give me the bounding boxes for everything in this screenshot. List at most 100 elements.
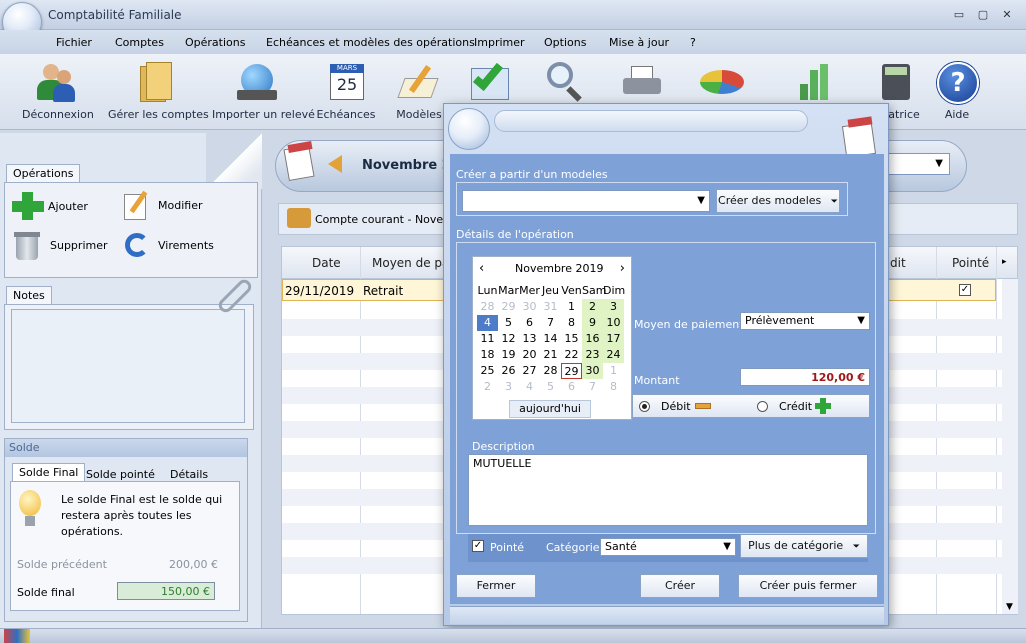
graphique-button[interactable] (694, 60, 746, 108)
calendar-day[interactable]: 5 (540, 379, 561, 395)
menu-echeances[interactable]: Echéances et modèles des opérations (266, 36, 475, 49)
close-button[interactable]: ✕ (998, 8, 1016, 22)
echeances-button[interactable]: MARS 25 Echéances (316, 60, 376, 121)
rechercher-button[interactable] (540, 60, 590, 108)
calendar-day[interactable]: 20 (519, 347, 540, 363)
menu-options[interactable]: Options (544, 36, 586, 49)
calendar-day[interactable]: 3 (603, 299, 624, 315)
calendar-day[interactable]: 26 (498, 363, 519, 379)
calendar-day[interactable]: 27 (519, 363, 540, 379)
calendar-day[interactable]: 7 (582, 379, 603, 395)
calendar-day[interactable]: 17 (603, 331, 624, 347)
account-select[interactable]: ▼ (884, 153, 950, 175)
calendar-day[interactable]: 25 (477, 363, 498, 379)
calendar-day[interactable]: 13 (519, 331, 540, 347)
next-month-button[interactable]: › (620, 261, 625, 276)
calendar-day[interactable]: 16 (582, 331, 603, 347)
calendar-grid[interactable]: Lun Mar Mer Jeu Ven Sam Dim 28 29 30 31 1 2 3 4 5 6 7 8 9 10… (477, 283, 625, 395)
creer-puis-fermer-button[interactable]: Créer puis fermer (738, 574, 878, 598)
calendar-day[interactable]: 14 (540, 331, 561, 347)
importer-releve-button[interactable]: Importer un relevé (212, 60, 315, 121)
debit-radio[interactable] (639, 401, 650, 412)
aide-button[interactable]: ? Aide (932, 60, 982, 121)
menu-fichier[interactable]: Fichier (56, 36, 92, 49)
calendar-day[interactable]: 2 (477, 379, 498, 395)
calendar-day[interactable]: 5 (498, 315, 519, 331)
calendar-day[interactable]: 2 (582, 299, 603, 315)
tab-notes[interactable]: Notes (6, 286, 52, 304)
col-credit[interactable]: dit (890, 256, 906, 270)
pointer-button[interactable] (466, 59, 516, 108)
virements-button[interactable]: Virements (122, 230, 214, 260)
gerer-comptes-button[interactable]: Gérer les comptes (108, 60, 209, 121)
menu-mise-a-jour[interactable]: Mise à jour (609, 36, 669, 49)
menu-imprimer[interactable]: Imprimer (474, 36, 525, 49)
calendar-day[interactable]: 30 (582, 363, 603, 379)
montant-field[interactable]: 120,00 € (740, 368, 870, 386)
plus-categorie-button[interactable]: Plus de catégorie ⏷ (740, 534, 868, 558)
date-picker[interactable]: ‹ Novembre 2019 › Lun Mar Mer Jeu Ven Sam Dim 2… (472, 256, 632, 420)
calendar-day[interactable]: 19 (498, 347, 519, 363)
moyen-select[interactable]: Prélèvement ▼ (740, 312, 870, 330)
tab-solde-pointe[interactable]: Solde pointé (86, 468, 155, 481)
calendar-day[interactable]: 9 (582, 315, 603, 331)
creer-button[interactable]: Créer (640, 574, 720, 598)
calendar-day[interactable]: 8 (561, 315, 582, 331)
calendar-day[interactable]: 12 (498, 331, 519, 347)
col-date[interactable]: Date (312, 256, 341, 270)
notes-field[interactable] (11, 309, 245, 423)
calendar-day[interactable]: 24 (603, 347, 624, 363)
today-button[interactable]: aujourd'hui (509, 400, 591, 418)
menu-operations[interactable]: Opérations (185, 36, 245, 49)
calendar-day[interactable]: 21 (540, 347, 561, 363)
deconnexion-button[interactable]: Déconnexion (22, 60, 94, 121)
maximize-button[interactable]: ▢ (974, 8, 992, 22)
menu-comptes[interactable]: Comptes (115, 36, 164, 49)
calendar-day[interactable]: 29 (498, 299, 519, 315)
calendar-day[interactable]: 6 (561, 379, 582, 395)
dialog-orb-button[interactable] (448, 108, 490, 150)
ajouter-button[interactable]: Ajouter (12, 192, 88, 220)
statistiques-button[interactable] (792, 60, 832, 108)
calendar-day[interactable]: 4 (519, 379, 540, 395)
pointe-checkbox[interactable]: ✓ (472, 540, 484, 552)
calendar-day[interactable]: 7 (540, 315, 561, 331)
tab-details[interactable]: Détails (170, 468, 208, 481)
prev-month-arrow[interactable] (328, 155, 342, 173)
calendar-day[interactable]: 3 (498, 379, 519, 395)
calendar-day[interactable]: 6 (519, 315, 540, 331)
supprimer-button[interactable]: Supprimer (14, 230, 108, 260)
calendar-day[interactable]: 8 (603, 379, 624, 395)
calendar-day[interactable]: 31 (540, 299, 561, 315)
fermer-button[interactable]: Fermer (456, 574, 536, 598)
modifier-button[interactable]: Modifier (122, 190, 202, 220)
modeles-button[interactable]: Modèles (394, 60, 444, 121)
calendar-day[interactable]: 10 (603, 315, 624, 331)
imprimer-button[interactable] (616, 60, 666, 108)
menu-help[interactable]: ? (690, 36, 696, 49)
calendar-day[interactable]: 15 (561, 331, 582, 347)
calendar-day[interactable]: 1 (603, 363, 624, 379)
calendar-day[interactable]: 29 (561, 363, 582, 379)
credit-radio[interactable] (757, 401, 768, 412)
calendar-day[interactable]: 4 (477, 315, 498, 331)
tab-solde-final[interactable]: Solde Final (12, 463, 86, 481)
calendar-day[interactable]: 18 (477, 347, 498, 363)
calendar-day[interactable]: 23 (582, 347, 603, 363)
description-field[interactable]: MUTUELLE (468, 454, 868, 526)
minimize-button[interactable]: ▭ (950, 8, 968, 22)
calendar-day[interactable]: 28 (540, 363, 561, 379)
calendar-day[interactable]: 28 (477, 299, 498, 315)
vertical-scrollbar[interactable]: ▼ (1002, 279, 1018, 614)
calendar-day[interactable]: 30 (519, 299, 540, 315)
categorie-select[interactable]: Santé ▼ (600, 538, 736, 556)
tab-operations[interactable]: Opérations (6, 164, 81, 182)
calendar-day[interactable]: 1 (561, 299, 582, 315)
column-chooser-icon[interactable]: ▸ (1002, 257, 1007, 267)
col-moyen[interactable]: Moyen de pa (372, 256, 449, 270)
calendar-day[interactable]: 11 (477, 331, 498, 347)
row-pointe-checkbox[interactable]: ✓ (959, 284, 971, 296)
model-select[interactable]: ▼ (462, 190, 710, 212)
prev-month-button[interactable]: ‹ (479, 261, 484, 276)
col-pointe[interactable]: Pointé (952, 256, 989, 270)
